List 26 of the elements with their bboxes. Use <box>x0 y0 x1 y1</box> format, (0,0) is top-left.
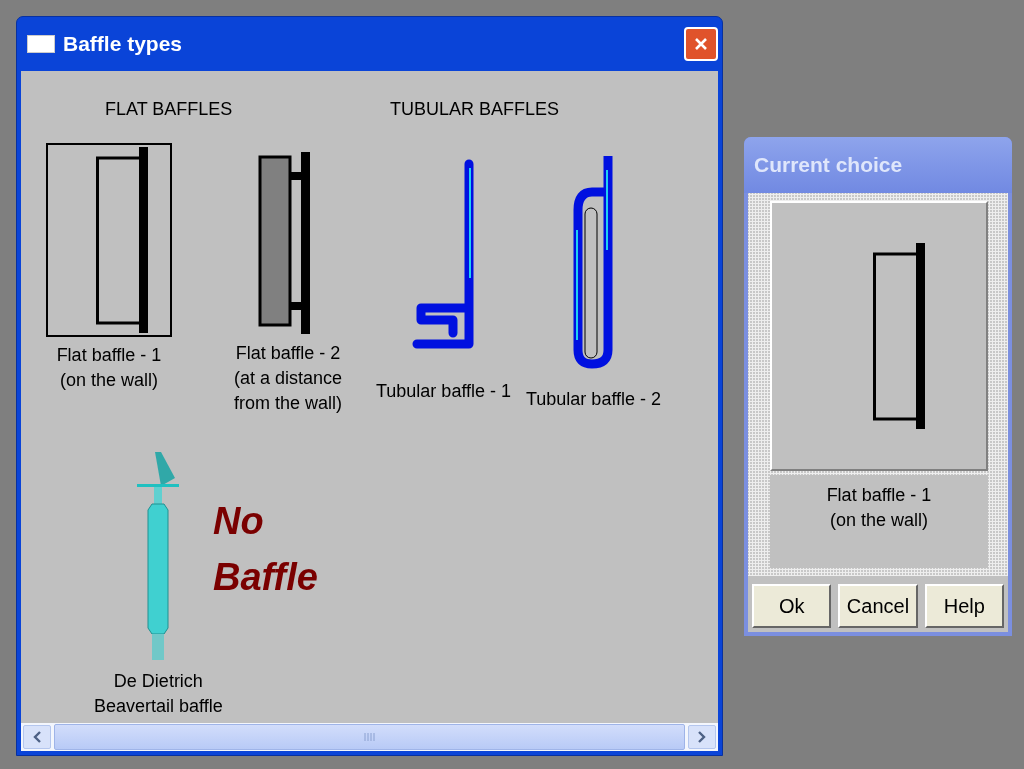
section-heading: TUBULAR BAFFLES <box>390 99 560 120</box>
no-baffle-option[interactable]: No Baffle <box>211 491 320 607</box>
option-label: Tubular baffle - 2 <box>526 388 662 411</box>
selection-frame[interactable] <box>46 143 172 337</box>
chevron-right-icon <box>697 731 707 743</box>
choice-caption: Flat baffle - 1 (on the wall) <box>770 475 988 568</box>
dialog-button[interactable]: Help <box>924 584 1004 628</box>
close-icon <box>694 37 708 51</box>
horizontal-scrollbar[interactable] <box>21 723 718 751</box>
dialog-button[interactable]: Cancel <box>838 584 918 628</box>
flat-baffle-drawing[interactable] <box>96 147 148 333</box>
dialog-button[interactable]: Ok <box>752 584 832 628</box>
grip-icon <box>363 732 376 742</box>
window-title: Current choice <box>754 153 903 177</box>
option-label: Flat baffle - 1 (on the wall) <box>56 344 162 392</box>
section-heading: FLAT BAFFLES <box>105 99 233 120</box>
window-icon <box>27 35 55 53</box>
scroll-thumb[interactable] <box>54 724 685 750</box>
option-label: Flat baffle - 2 (at a distance from the wall) <box>234 342 343 415</box>
window-title: Baffle types <box>63 32 183 56</box>
chevron-left-icon <box>32 731 42 743</box>
scroll-left-button[interactable] <box>23 725 51 749</box>
close-button[interactable] <box>684 27 718 61</box>
option-label: De Dietrich Beavertail baffle <box>94 670 223 718</box>
option-label: Tubular baffle - 1 <box>376 380 512 403</box>
scroll-right-button[interactable] <box>688 725 716 749</box>
